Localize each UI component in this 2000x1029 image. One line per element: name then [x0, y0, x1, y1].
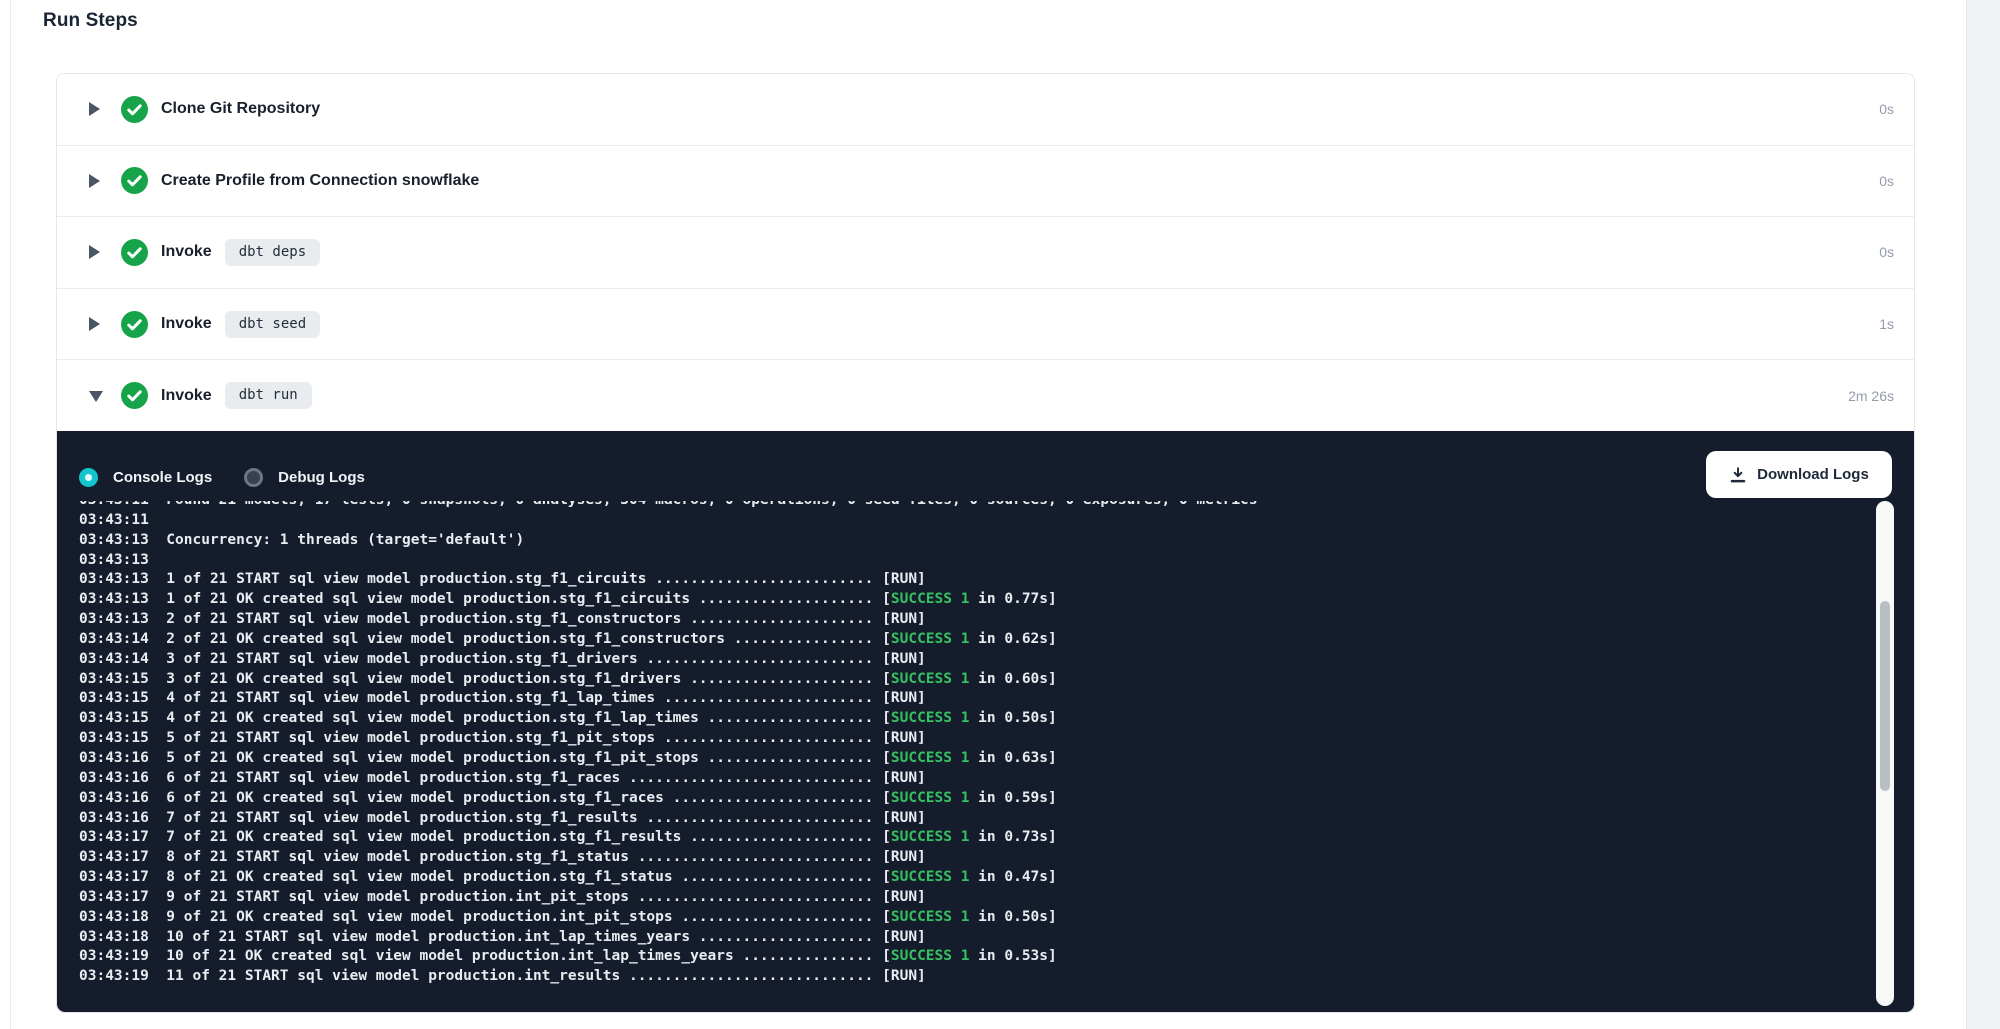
log-line: 03:43:15 3 of 21 OK created sql view mod… — [79, 670, 1854, 690]
log-line: 03:43:14 2 of 21 OK created sql view mod… — [79, 630, 1854, 650]
left-panel-edge — [0, 0, 11, 1029]
download-logs-button[interactable]: Download Logs — [1706, 451, 1892, 498]
status-success-check-icon — [121, 382, 148, 409]
radio-unselected-icon[interactable] — [244, 468, 263, 487]
log-line: 03:43:15 4 of 21 OK created sql view mod… — [79, 709, 1854, 729]
step-row[interactable]: Invoke dbt run 2m 26s — [57, 360, 1914, 431]
step-row[interactable]: Invoke dbt deps 0s — [57, 217, 1914, 289]
chevron-down-icon[interactable] — [89, 391, 103, 402]
command-badge: dbt deps — [225, 239, 320, 266]
log-tab-label: Debug Logs — [278, 469, 365, 486]
log-line: 03:43:17 8 of 21 START sql view model pr… — [79, 848, 1854, 868]
log-tab-debug-logs[interactable]: Debug Logs — [244, 468, 365, 487]
log-line: 03:43:18 10 of 21 START sql view model p… — [79, 928, 1854, 948]
log-tab-console-logs[interactable]: Console Logs — [79, 468, 212, 487]
right-panel-edge — [1966, 0, 2000, 1029]
log-line: 03:43:13 1 of 21 OK created sql view mod… — [79, 590, 1854, 610]
step-duration: 0s — [1879, 173, 1894, 189]
console-panel: Console Logs Debug Logs Download Logs 03:… — [57, 431, 1914, 1012]
status-success-check-icon — [121, 96, 148, 123]
status-success-check-icon — [121, 311, 148, 338]
step-label: Clone Git Repository — [161, 100, 320, 118]
log-line: 03:43:13 1 of 21 START sql view model pr… — [79, 570, 1854, 590]
log-line: 03:43:13 Concurrency: 1 threads (target=… — [79, 531, 1854, 551]
log-line: 03:43:15 5 of 21 START sql view model pr… — [79, 729, 1854, 749]
log-line: 03:43:16 6 of 21 OK created sql view mod… — [79, 789, 1854, 809]
chevron-right-icon[interactable] — [89, 317, 100, 331]
log-line: 03:43:17 9 of 21 START sql view model pr… — [79, 888, 1854, 908]
log-scrollbar-thumb[interactable] — [1880, 601, 1890, 791]
step-row[interactable]: Invoke dbt seed 1s — [57, 289, 1914, 361]
log-line: 03:43:18 9 of 21 OK created sql view mod… — [79, 908, 1854, 928]
status-success-check-icon — [121, 167, 148, 194]
log-line: 03:43:16 7 of 21 START sql view model pr… — [79, 809, 1854, 829]
log-line: 03:43:14 3 of 21 START sql view model pr… — [79, 650, 1854, 670]
chevron-right-icon[interactable] — [89, 102, 100, 116]
run-steps-card: Clone Git Repository0sCreate Profile fro… — [56, 73, 1915, 1013]
log-line: 03:43:17 7 of 21 OK created sql view mod… — [79, 828, 1854, 848]
steps-list: Clone Git Repository0sCreate Profile fro… — [57, 74, 1914, 431]
download-icon — [1729, 466, 1747, 484]
download-logs-label: Download Logs — [1757, 466, 1869, 483]
log-line: 03:43:11 — [79, 511, 1854, 531]
step-duration: 0s — [1879, 101, 1894, 117]
chevron-right-icon[interactable] — [89, 174, 100, 188]
log-type-tabs: Console Logs Debug Logs — [79, 468, 365, 487]
log-line: 03:43:13 2 of 21 START sql view model pr… — [79, 610, 1854, 630]
step-label: Invoke — [161, 243, 212, 261]
step-duration: 1s — [1879, 316, 1894, 332]
log-line: 03:43:13 — [79, 551, 1854, 571]
chevron-right-icon[interactable] — [89, 245, 100, 259]
command-badge: dbt run — [225, 382, 312, 409]
log-scrollbar-track[interactable] — [1876, 501, 1894, 1006]
log-line: 03:43:16 5 of 21 OK created sql view mod… — [79, 749, 1854, 769]
log-line: 03:43:19 11 of 21 START sql view model p… — [79, 967, 1854, 987]
step-row[interactable]: Clone Git Repository 0s — [57, 74, 1914, 146]
step-duration: 2m 26s — [1848, 388, 1894, 404]
console-header: Console Logs Debug Logs Download Logs — [79, 431, 1892, 501]
page-title: Run Steps — [43, 10, 138, 32]
log-line: 03:43:16 6 of 21 START sql view model pr… — [79, 769, 1854, 789]
step-duration: 0s — [1879, 244, 1894, 260]
log-line: 03:43:11 Found 21 models, 17 tests, 0 sn… — [79, 501, 1854, 511]
radio-selected-icon[interactable] — [79, 468, 98, 487]
step-row[interactable]: Create Profile from Connection snowflake… — [57, 146, 1914, 218]
command-badge: dbt seed — [225, 311, 320, 338]
log-line: 03:43:17 8 of 21 OK created sql view mod… — [79, 868, 1854, 888]
step-label: Create Profile from Connection snowflake — [161, 172, 479, 190]
step-label: Invoke — [161, 387, 212, 405]
log-line: 03:43:15 4 of 21 START sql view model pr… — [79, 689, 1854, 709]
step-label: Invoke — [161, 315, 212, 333]
log-tab-label: Console Logs — [113, 469, 212, 486]
status-success-check-icon — [121, 239, 148, 266]
console-log-output: 03:43:11 Found 21 models, 17 tests, 0 sn… — [79, 501, 1854, 993]
log-line: 03:43:19 10 of 21 OK created sql view mo… — [79, 947, 1854, 967]
